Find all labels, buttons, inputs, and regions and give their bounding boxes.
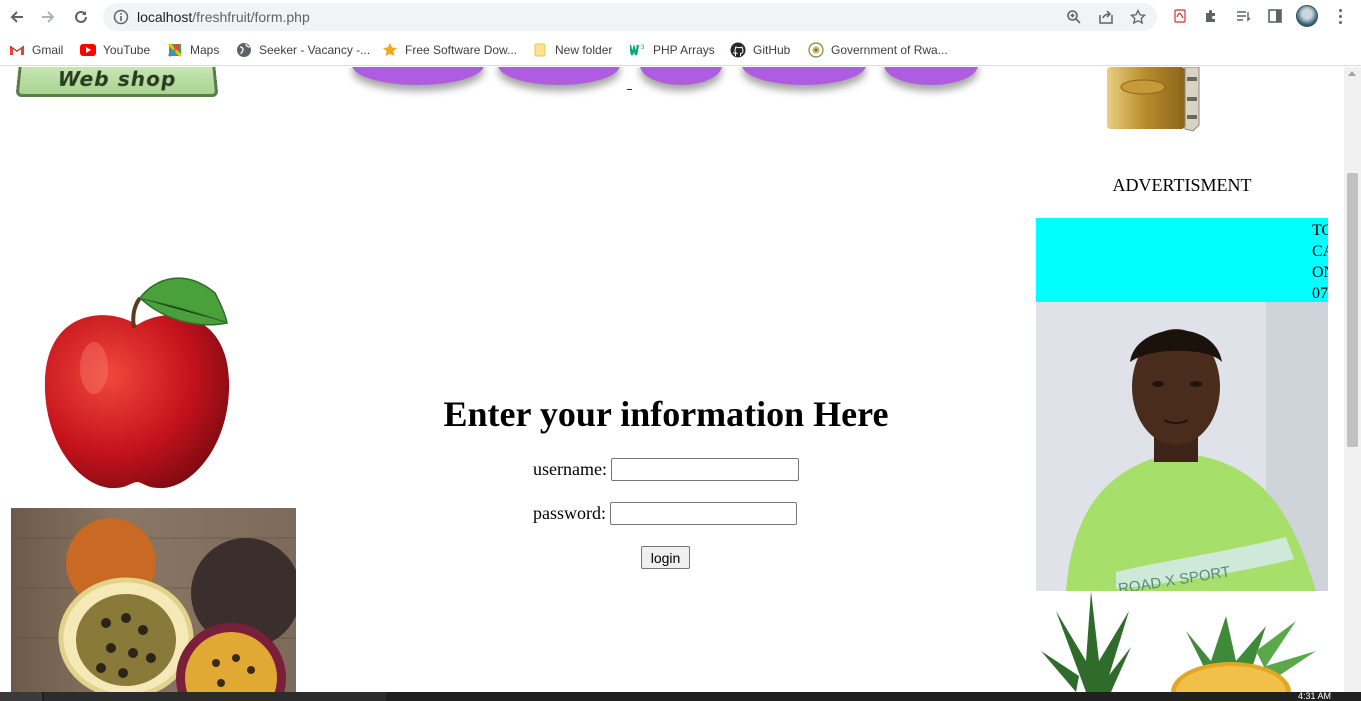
bookmark-free-software[interactable]: Free Software Dow... <box>382 41 517 59</box>
gmail-icon <box>9 42 25 58</box>
bookmark-php-arrays[interactable]: 3 PHP Arrays <box>630 41 715 59</box>
back-button[interactable] <box>5 5 29 29</box>
site-info-icon[interactable] <box>113 9 129 25</box>
advert-text: TO CA ON 07 <box>1312 220 1328 302</box>
url-host: localhost <box>137 9 193 25</box>
username-row: username: <box>533 458 799 481</box>
zoom-icon[interactable] <box>1065 8 1083 26</box>
bookmark-label: PHP Arrays <box>653 43 715 57</box>
reload-button[interactable] <box>69 5 93 29</box>
url-path: /freshfruit/form.php <box>192 9 310 25</box>
os-taskbar: 4:31 AM <box>0 692 1361 701</box>
nav-menu-item-3[interactable] <box>640 67 722 85</box>
nav-menu-item-5[interactable] <box>884 67 978 85</box>
folder-icon <box>532 42 548 58</box>
advert-line: 07 <box>1312 285 1328 302</box>
bookmark-label: GitHub <box>753 43 791 57</box>
address-bar[interactable]: localhost/freshfruit/form.php <box>103 3 1157 31</box>
pineapple-image <box>1036 591 1326 692</box>
password-label: password: <box>533 503 606 523</box>
underline-mark <box>627 89 632 90</box>
bookmark-label: Government of Rwa... <box>831 43 948 57</box>
reload-icon <box>75 10 87 23</box>
bookmark-label: Seeker - Vacancy -... <box>259 43 371 57</box>
share-icon[interactable] <box>1097 8 1115 26</box>
bookmark-gmail[interactable]: Gmail <box>9 41 63 59</box>
nav-menu-item-4[interactable] <box>742 67 866 85</box>
bookmark-label: Free Software Dow... <box>405 43 518 57</box>
login-button[interactable]: login <box>641 546 690 569</box>
bookmark-star-icon[interactable] <box>1129 8 1147 26</box>
scroll-thumb[interactable] <box>1347 173 1358 447</box>
taskbar-search[interactable] <box>44 692 386 701</box>
extensions-puzzle-icon[interactable] <box>1201 6 1221 26</box>
w3schools-icon: 3 <box>630 42 646 58</box>
logo-text: Web shop <box>56 67 178 91</box>
advert-box: TO CA ON 07 <box>1036 218 1328 302</box>
star-icon <box>382 42 398 58</box>
web-shop-logo[interactable]: Web shop <box>15 67 219 98</box>
form-title: Enter your information Here <box>443 394 889 434</box>
browser-toolbar: localhost/freshfruit/form.php <box>0 0 1361 34</box>
rwanda-seal-icon <box>808 42 824 58</box>
globe-icon <box>236 42 252 58</box>
bookmark-youtube[interactable]: YouTube <box>80 41 150 59</box>
bookmark-seeker[interactable]: Seeker - Vacancy -... <box>236 41 370 59</box>
youtube-icon <box>80 42 96 58</box>
password-input[interactable] <box>610 502 797 525</box>
password-row: password: <box>533 502 797 525</box>
profile-avatar[interactable] <box>1296 5 1318 27</box>
person-photo: ROAD X SPORT <box>1036 302 1328 591</box>
extension-pdf-icon[interactable] <box>1170 6 1190 26</box>
scroll-up-arrow-icon[interactable] <box>1348 71 1356 76</box>
bookmark-maps[interactable]: Maps <box>167 41 219 59</box>
bookmark-label: New folder <box>555 43 613 57</box>
username-label: username: <box>533 459 607 479</box>
padlock-image <box>1107 67 1200 132</box>
username-input[interactable] <box>610 458 799 481</box>
reading-list-icon[interactable] <box>1233 6 1253 26</box>
forward-button[interactable] <box>36 5 60 29</box>
side-panel-icon[interactable] <box>1265 6 1285 26</box>
svg-text:3: 3 <box>641 45 645 51</box>
bookmark-github[interactable]: GitHub <box>730 41 790 59</box>
bookmark-new-folder[interactable]: New folder <box>532 41 612 59</box>
advert-line: CA <box>1312 243 1328 260</box>
bookmark-label: Gmail <box>32 43 64 57</box>
url-text: localhost/freshfruit/form.php <box>137 9 310 25</box>
bookmark-label: YouTube <box>103 43 151 57</box>
nav-menu-item-1[interactable] <box>352 67 484 85</box>
bookmarks-bar: Gmail YouTube Maps Seeker - Vacancy -...… <box>0 34 1361 66</box>
back-arrow-icon <box>10 11 23 23</box>
bookmark-government-rwanda[interactable]: Government of Rwa... <box>808 41 948 59</box>
advert-line: TO <box>1312 222 1328 239</box>
page-scrollbar[interactable] <box>1344 67 1361 692</box>
maps-icon <box>167 42 183 58</box>
github-icon <box>730 42 746 58</box>
page-viewport: Web shop ADVERTISMENT TO CA ON 07 ROAD X… <box>0 67 1344 692</box>
bookmark-label: Maps <box>190 43 220 57</box>
passion-fruit-image <box>11 508 296 692</box>
forward-arrow-icon <box>42 11 55 23</box>
apple-image <box>44 277 230 489</box>
advert-line: ON <box>1312 264 1328 281</box>
nav-menu-item-2[interactable] <box>498 67 620 85</box>
browser-menu-icon[interactable] <box>1330 6 1350 26</box>
advert-title: ADVERTISMENT <box>1112 175 1252 195</box>
start-button[interactable] <box>0 692 42 701</box>
taskbar-clock: 4:31 AM <box>1298 691 1332 701</box>
